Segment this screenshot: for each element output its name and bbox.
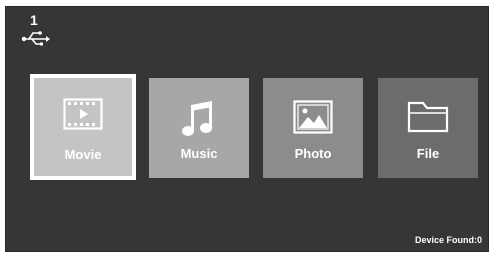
music-tile-label: Music — [180, 146, 218, 161]
photo-tile-label: Photo — [294, 146, 332, 161]
music-tile[interactable]: Music — [149, 78, 249, 178]
folder-icon — [407, 101, 449, 133]
photo-tile[interactable]: Photo — [263, 78, 363, 178]
usb-device-count: 1 — [30, 12, 38, 28]
image-icon — [293, 100, 333, 134]
film-icon — [63, 98, 103, 130]
usb-icon — [21, 31, 50, 46]
movie-tile[interactable]: Movie — [30, 74, 136, 180]
device-found-status: Device Found:0 — [414, 235, 482, 245]
movie-tile-label: Movie — [64, 147, 102, 162]
media-player-screen: 1 Movie Music Photo File Device Found:0 — [5, 6, 489, 252]
file-tile-label: File — [416, 146, 440, 161]
usb-indicator: 1 — [21, 13, 51, 47]
music-note-icon — [182, 101, 212, 136]
file-tile[interactable]: File — [378, 78, 478, 178]
